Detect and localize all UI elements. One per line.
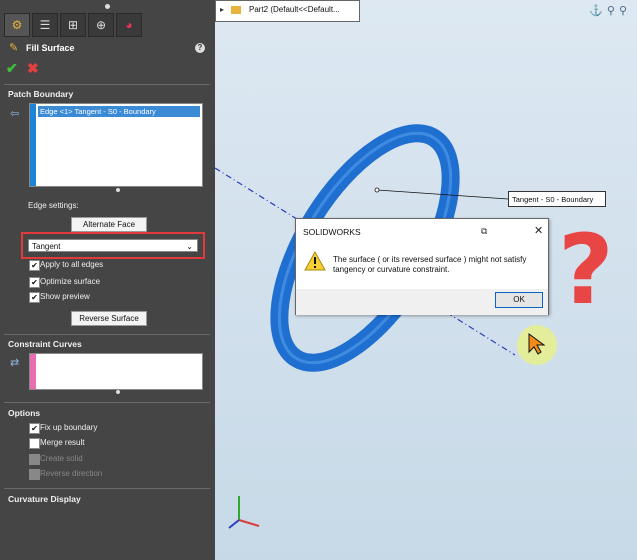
options-heading[interactable]: Options	[8, 408, 40, 418]
panel-grip-dot[interactable]	[105, 4, 110, 9]
apply-all-edges-label: Apply to all edges	[40, 260, 104, 269]
tab-display-manager[interactable]: ◕	[116, 13, 142, 37]
graphics-area[interactable]: ▸ Part2 (Default<<Default... ⚓⚲⚲ Tangent…	[215, 0, 637, 560]
cancel-button[interactable]: ✖	[27, 60, 39, 77]
chevron-down-icon: ⌄	[186, 242, 193, 251]
constraint-curve-icon: ⇄	[10, 357, 20, 369]
boundary-callout[interactable]: Tangent - S0 - Boundary	[508, 191, 606, 207]
divider	[4, 84, 210, 85]
continuity-dropdown[interactable]: Tangent ⌄	[28, 239, 198, 252]
optimize-surface-checkbox[interactable]: ✔	[29, 277, 40, 288]
dialog-ok-button[interactable]: OK	[495, 292, 543, 308]
highlight-box: Tangent ⌄	[21, 232, 205, 259]
property-manager-panel: ⚙ ☰ ⊞ ⊕ ◕ ✎ Fill Surface ? ✔ ✖ Patch Bou…	[0, 0, 215, 560]
divider	[4, 334, 210, 335]
axis-triad-icon	[228, 496, 260, 529]
question-mark-annotation: ?	[558, 214, 614, 326]
dialog-message: The surface ( or its reversed surface ) …	[333, 255, 527, 274]
restore-icon[interactable]: ⧉	[481, 226, 487, 237]
warning-dialog: SOLIDWORKS ⧉ ✕ The surface ( or its reve…	[295, 218, 549, 315]
patch-boundary-heading[interactable]: Patch Boundary	[8, 89, 73, 99]
color-wheel-icon: ◕	[125, 18, 133, 32]
dialog-title: SOLIDWORKS	[303, 227, 361, 237]
constraint-curves-heading[interactable]: Constraint Curves	[8, 339, 82, 349]
fix-up-boundary-label: Fix up boundary	[40, 423, 98, 432]
callout-anchor	[374, 187, 380, 193]
create-solid-checkbox	[29, 454, 40, 465]
crosshair-icon: ⊕	[95, 18, 107, 32]
merge-result-label: Merge result	[40, 438, 85, 447]
reverse-direction-label: Reverse direction	[40, 469, 103, 478]
divider	[4, 488, 210, 489]
configuration-icon: ⊞	[67, 18, 79, 32]
show-preview-checkbox[interactable]: ✔	[29, 292, 40, 303]
boundary-edge-icon: ⇦	[10, 108, 20, 120]
warning-icon	[304, 251, 326, 271]
reverse-surface-button[interactable]: Reverse Surface	[71, 311, 147, 326]
patch-boundary-list[interactable]: Edge <1> Tangent - S0 - Boundary	[29, 103, 203, 187]
manager-tabs: ⚙ ☰ ⊞ ⊕ ◕	[0, 13, 215, 37]
constraint-curves-list[interactable]	[29, 353, 203, 390]
optimize-surface-label: Optimize surface	[40, 277, 101, 286]
mouse-cursor-icon	[528, 333, 546, 355]
reverse-direction-checkbox	[29, 469, 40, 480]
close-icon[interactable]: ✕	[534, 224, 543, 237]
page-title: Fill Surface	[26, 43, 75, 53]
selection-bar	[30, 354, 36, 389]
fill-surface-icon: ✎	[9, 42, 19, 54]
tab-feature-manager[interactable]: ⚙	[4, 13, 30, 37]
feature-tree-icon: ⚙	[11, 18, 23, 32]
tab-configuration-manager[interactable]: ⊞	[60, 13, 86, 37]
create-solid-label: Create solid	[40, 454, 83, 463]
apply-all-edges-checkbox[interactable]: ✔	[29, 260, 40, 271]
list-item[interactable]: Edge <1> Tangent - S0 - Boundary	[38, 106, 200, 117]
dropdown-value: Tangent	[32, 242, 61, 251]
help-icon[interactable]: ?	[195, 43, 205, 53]
list-resize-handle[interactable]	[116, 188, 120, 192]
edge-settings-label: Edge settings:	[28, 201, 79, 210]
curvature-display-heading[interactable]: Curvature Display	[8, 494, 81, 504]
axis-triad	[225, 490, 265, 534]
fix-up-boundary-checkbox[interactable]: ✔	[29, 423, 40, 434]
selection-bar	[30, 104, 36, 186]
tab-property-manager[interactable]: ☰	[32, 13, 58, 37]
list-resize-handle[interactable]	[116, 390, 120, 394]
alternate-face-button[interactable]: Alternate Face	[71, 217, 147, 232]
property-list-icon: ☰	[39, 18, 51, 32]
ok-button[interactable]: ✔	[6, 60, 18, 77]
show-preview-label: Show preview	[40, 292, 90, 301]
tab-dimxpert-manager[interactable]: ⊕	[88, 13, 114, 37]
dialog-footer: OK	[296, 289, 548, 315]
merge-result-checkbox[interactable]	[29, 438, 40, 449]
divider	[4, 402, 210, 403]
